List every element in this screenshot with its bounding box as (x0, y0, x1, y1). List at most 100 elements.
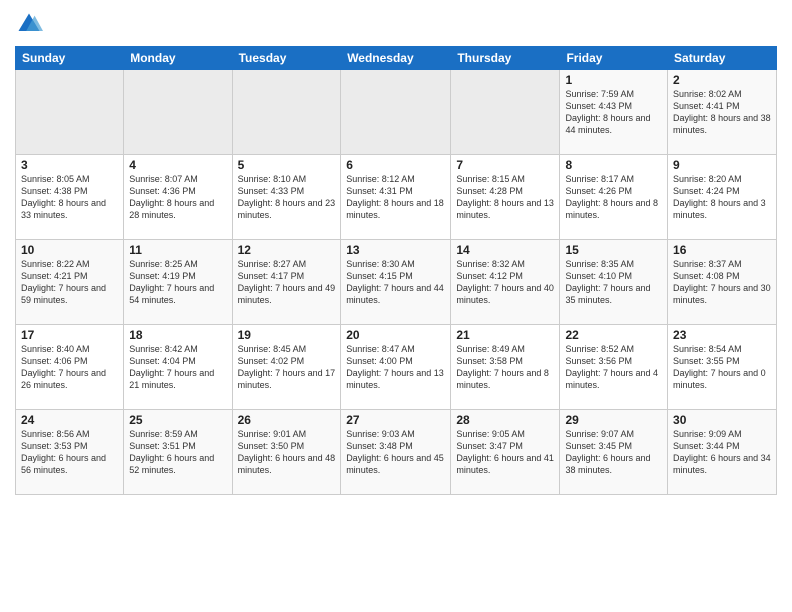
day-number: 28 (456, 413, 554, 427)
day-info: Sunrise: 8:59 AM Sunset: 3:51 PM Dayligh… (129, 428, 226, 477)
logo-icon (15, 10, 43, 38)
week-row-0: 1Sunrise: 7:59 AM Sunset: 4:43 PM Daylig… (16, 70, 777, 155)
header-cell-wednesday: Wednesday (341, 47, 451, 70)
header-cell-sunday: Sunday (16, 47, 124, 70)
day-cell (232, 70, 341, 155)
day-cell: 3Sunrise: 8:05 AM Sunset: 4:38 PM Daylig… (16, 155, 124, 240)
day-cell: 17Sunrise: 8:40 AM Sunset: 4:06 PM Dayli… (16, 325, 124, 410)
week-row-1: 3Sunrise: 8:05 AM Sunset: 4:38 PM Daylig… (16, 155, 777, 240)
day-cell: 4Sunrise: 8:07 AM Sunset: 4:36 PM Daylig… (124, 155, 232, 240)
day-cell: 8Sunrise: 8:17 AM Sunset: 4:26 PM Daylig… (560, 155, 668, 240)
day-number: 21 (456, 328, 554, 342)
day-info: Sunrise: 8:15 AM Sunset: 4:28 PM Dayligh… (456, 173, 554, 222)
day-cell (341, 70, 451, 155)
day-info: Sunrise: 8:27 AM Sunset: 4:17 PM Dayligh… (238, 258, 336, 307)
day-cell: 25Sunrise: 8:59 AM Sunset: 3:51 PM Dayli… (124, 410, 232, 495)
day-info: Sunrise: 9:09 AM Sunset: 3:44 PM Dayligh… (673, 428, 771, 477)
day-info: Sunrise: 8:56 AM Sunset: 3:53 PM Dayligh… (21, 428, 118, 477)
day-number: 18 (129, 328, 226, 342)
day-number: 2 (673, 73, 771, 87)
day-number: 7 (456, 158, 554, 172)
day-number: 12 (238, 243, 336, 257)
day-info: Sunrise: 8:45 AM Sunset: 4:02 PM Dayligh… (238, 343, 336, 392)
day-info: Sunrise: 8:20 AM Sunset: 4:24 PM Dayligh… (673, 173, 771, 222)
day-cell (16, 70, 124, 155)
day-cell: 2Sunrise: 8:02 AM Sunset: 4:41 PM Daylig… (668, 70, 777, 155)
day-info: Sunrise: 8:07 AM Sunset: 4:36 PM Dayligh… (129, 173, 226, 222)
day-number: 16 (673, 243, 771, 257)
day-info: Sunrise: 8:32 AM Sunset: 4:12 PM Dayligh… (456, 258, 554, 307)
day-number: 23 (673, 328, 771, 342)
day-info: Sunrise: 8:05 AM Sunset: 4:38 PM Dayligh… (21, 173, 118, 222)
day-info: Sunrise: 7:59 AM Sunset: 4:43 PM Dayligh… (565, 88, 662, 137)
header-cell-saturday: Saturday (668, 47, 777, 70)
day-info: Sunrise: 8:10 AM Sunset: 4:33 PM Dayligh… (238, 173, 336, 222)
day-cell (124, 70, 232, 155)
day-number: 6 (346, 158, 445, 172)
day-info: Sunrise: 8:25 AM Sunset: 4:19 PM Dayligh… (129, 258, 226, 307)
header-cell-friday: Friday (560, 47, 668, 70)
day-cell: 14Sunrise: 8:32 AM Sunset: 4:12 PM Dayli… (451, 240, 560, 325)
week-row-4: 24Sunrise: 8:56 AM Sunset: 3:53 PM Dayli… (16, 410, 777, 495)
day-info: Sunrise: 8:52 AM Sunset: 3:56 PM Dayligh… (565, 343, 662, 392)
day-number: 10 (21, 243, 118, 257)
day-cell: 1Sunrise: 7:59 AM Sunset: 4:43 PM Daylig… (560, 70, 668, 155)
day-info: Sunrise: 8:17 AM Sunset: 4:26 PM Dayligh… (565, 173, 662, 222)
day-number: 1 (565, 73, 662, 87)
logo (15, 10, 47, 38)
day-cell: 28Sunrise: 9:05 AM Sunset: 3:47 PM Dayli… (451, 410, 560, 495)
day-cell: 18Sunrise: 8:42 AM Sunset: 4:04 PM Dayli… (124, 325, 232, 410)
day-cell: 13Sunrise: 8:30 AM Sunset: 4:15 PM Dayli… (341, 240, 451, 325)
day-info: Sunrise: 8:49 AM Sunset: 3:58 PM Dayligh… (456, 343, 554, 392)
week-row-3: 17Sunrise: 8:40 AM Sunset: 4:06 PM Dayli… (16, 325, 777, 410)
day-number: 22 (565, 328, 662, 342)
day-cell: 10Sunrise: 8:22 AM Sunset: 4:21 PM Dayli… (16, 240, 124, 325)
day-number: 27 (346, 413, 445, 427)
day-info: Sunrise: 9:01 AM Sunset: 3:50 PM Dayligh… (238, 428, 336, 477)
day-cell: 22Sunrise: 8:52 AM Sunset: 3:56 PM Dayli… (560, 325, 668, 410)
day-number: 25 (129, 413, 226, 427)
page: SundayMondayTuesdayWednesdayThursdayFrid… (0, 0, 792, 612)
day-number: 9 (673, 158, 771, 172)
day-info: Sunrise: 8:54 AM Sunset: 3:55 PM Dayligh… (673, 343, 771, 392)
day-cell: 16Sunrise: 8:37 AM Sunset: 4:08 PM Dayli… (668, 240, 777, 325)
day-info: Sunrise: 9:05 AM Sunset: 3:47 PM Dayligh… (456, 428, 554, 477)
day-cell: 19Sunrise: 8:45 AM Sunset: 4:02 PM Dayli… (232, 325, 341, 410)
day-info: Sunrise: 8:35 AM Sunset: 4:10 PM Dayligh… (565, 258, 662, 307)
day-cell: 26Sunrise: 9:01 AM Sunset: 3:50 PM Dayli… (232, 410, 341, 495)
day-number: 26 (238, 413, 336, 427)
day-info: Sunrise: 9:03 AM Sunset: 3:48 PM Dayligh… (346, 428, 445, 477)
day-cell: 24Sunrise: 8:56 AM Sunset: 3:53 PM Dayli… (16, 410, 124, 495)
day-number: 30 (673, 413, 771, 427)
day-number: 3 (21, 158, 118, 172)
day-number: 5 (238, 158, 336, 172)
day-info: Sunrise: 8:37 AM Sunset: 4:08 PM Dayligh… (673, 258, 771, 307)
day-number: 13 (346, 243, 445, 257)
day-number: 14 (456, 243, 554, 257)
header-cell-tuesday: Tuesday (232, 47, 341, 70)
day-number: 4 (129, 158, 226, 172)
day-info: Sunrise: 8:02 AM Sunset: 4:41 PM Dayligh… (673, 88, 771, 137)
day-cell: 29Sunrise: 9:07 AM Sunset: 3:45 PM Dayli… (560, 410, 668, 495)
header-row: SundayMondayTuesdayWednesdayThursdayFrid… (16, 47, 777, 70)
calendar: SundayMondayTuesdayWednesdayThursdayFrid… (15, 46, 777, 495)
day-number: 29 (565, 413, 662, 427)
header-cell-thursday: Thursday (451, 47, 560, 70)
day-number: 17 (21, 328, 118, 342)
day-cell: 12Sunrise: 8:27 AM Sunset: 4:17 PM Dayli… (232, 240, 341, 325)
week-row-2: 10Sunrise: 8:22 AM Sunset: 4:21 PM Dayli… (16, 240, 777, 325)
day-info: Sunrise: 8:40 AM Sunset: 4:06 PM Dayligh… (21, 343, 118, 392)
day-info: Sunrise: 8:12 AM Sunset: 4:31 PM Dayligh… (346, 173, 445, 222)
day-info: Sunrise: 8:22 AM Sunset: 4:21 PM Dayligh… (21, 258, 118, 307)
header-cell-monday: Monday (124, 47, 232, 70)
day-cell: 21Sunrise: 8:49 AM Sunset: 3:58 PM Dayli… (451, 325, 560, 410)
day-info: Sunrise: 9:07 AM Sunset: 3:45 PM Dayligh… (565, 428, 662, 477)
day-number: 8 (565, 158, 662, 172)
day-info: Sunrise: 8:30 AM Sunset: 4:15 PM Dayligh… (346, 258, 445, 307)
calendar-header: SundayMondayTuesdayWednesdayThursdayFrid… (16, 47, 777, 70)
header (15, 10, 777, 38)
day-cell: 15Sunrise: 8:35 AM Sunset: 4:10 PM Dayli… (560, 240, 668, 325)
day-cell: 30Sunrise: 9:09 AM Sunset: 3:44 PM Dayli… (668, 410, 777, 495)
day-cell (451, 70, 560, 155)
day-cell: 23Sunrise: 8:54 AM Sunset: 3:55 PM Dayli… (668, 325, 777, 410)
